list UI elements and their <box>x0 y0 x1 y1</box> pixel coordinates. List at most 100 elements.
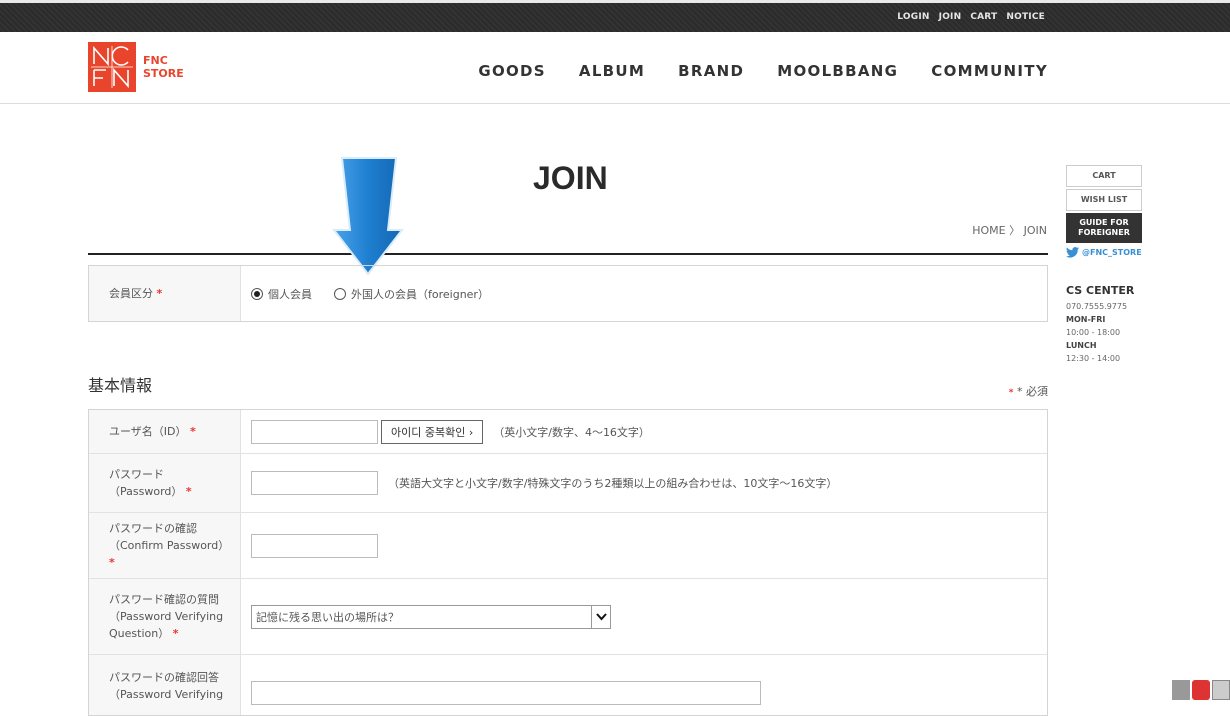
title-divider <box>88 253 1048 255</box>
answer-label-en: （Password Verifying <box>109 688 224 701</box>
member-type-label-text: 会員区分 <box>109 287 153 300</box>
breadcrumb: HOME 〉 JOIN <box>972 224 1047 237</box>
sidebar-guide-button[interactable]: GUIDE FOR FOREIGNER <box>1066 213 1142 243</box>
nav-album[interactable]: ALBUM <box>579 62 645 80</box>
tray-icons <box>1172 680 1230 700</box>
password-value-cell: （英語大文字と小文字/数字/特殊文字のうち2種類以上の組み合わせは、10文字〜1… <box>241 454 1047 512</box>
notice-link[interactable]: NOTICE <box>1006 12 1045 22</box>
question-label-en1: （Password Verifying <box>109 610 224 623</box>
login-link[interactable]: LOGIN <box>897 12 929 22</box>
tray-keyboard-icon[interactable] <box>1172 680 1190 700</box>
cs-lunch-label: LUNCH <box>1066 341 1097 350</box>
id-label: ユーザ名（ID） * <box>109 423 240 440</box>
confirm-label-en: （Confirm Password） <box>109 539 230 552</box>
twitter-handle: @FNC_STORE <box>1082 248 1142 257</box>
tray-shield-icon[interactable] <box>1192 680 1210 700</box>
confirm-label-cell: パスワードの確認 （Confirm Password） * <box>89 513 241 578</box>
logo-line-fnc: FNC <box>143 54 168 67</box>
section-heading: 基本情報 <box>88 376 153 395</box>
confirm-value-cell <box>241 513 1047 578</box>
password-label-jp: パスワード <box>109 468 164 481</box>
basic-info-form: ユーザ名（ID） * 아이디 중복확인 › （英小文字/数字、4〜16文字） パ… <box>88 409 1048 716</box>
top-utility-bar: LOGIN JOIN CART NOTICE <box>0 0 1230 32</box>
radio-foreigner-label: 外国人の会員（foreigner） <box>351 287 489 301</box>
question-select[interactable]: 記憶に残る思い出の場所は？ <box>251 604 611 629</box>
question-label-cell: パスワード確認の質問 （Password Verifying Question）… <box>89 579 241 654</box>
member-type-label: 会員区分 * <box>109 285 240 302</box>
guide-line2: FOREIGNER <box>1078 228 1130 237</box>
chevron-down-icon[interactable] <box>591 605 610 628</box>
cs-center-title: CS CENTER <box>1066 284 1135 297</box>
cs-hours: 10:00 - 18:00 <box>1066 328 1121 337</box>
password-label-cell: パスワード （Password） * <box>89 454 241 512</box>
logo-text: FNC STORE <box>143 54 184 80</box>
page-title: JOIN <box>533 160 608 196</box>
member-type-label-cell: 会員区分 * <box>89 266 241 321</box>
id-input[interactable] <box>251 419 378 444</box>
twitter-link[interactable]: @FNC_STORE <box>1066 247 1142 258</box>
required-star: * <box>172 627 179 640</box>
password-label-en-text: （Password） <box>109 485 183 498</box>
logo-mark <box>88 42 136 92</box>
id-label-text: ユーザ名（ID） <box>109 425 187 438</box>
utility-links: LOGIN JOIN CART NOTICE <box>897 12 1045 22</box>
member-type-options: 個人会員 外国人の会員（foreigner） <box>241 266 1047 321</box>
required-note-text: * 必須 <box>1017 385 1048 398</box>
nav-goods[interactable]: GOODS <box>478 62 546 80</box>
radio-checked-icon <box>251 287 263 300</box>
form-row-confirm: パスワードの確認 （Confirm Password） * <box>89 513 1047 579</box>
answer-value-cell <box>241 655 1047 715</box>
required-star: * <box>109 556 115 569</box>
id-hint: （英小文字/数字、4〜16文字） <box>493 425 650 439</box>
form-row-question: パスワード確認の質問 （Password Verifying Question）… <box>89 579 1047 655</box>
question-selected-value: 記憶に残る思い出の場所は？ <box>256 610 399 624</box>
guide-line1: GUIDE FOR <box>1079 218 1129 227</box>
confirm-password-input[interactable] <box>251 533 378 558</box>
nav-brand[interactable]: BRAND <box>678 62 744 80</box>
required-star: * <box>185 485 192 498</box>
confirm-label-jp: パスワードの確認 <box>109 522 197 535</box>
id-label-cell: ユーザ名（ID） * <box>89 410 241 453</box>
logo-line-store: STORE <box>143 67 184 80</box>
required-star: * <box>156 287 163 300</box>
password-hint: （英語大文字と小文字/数字/特殊文字のうち2種類以上の組み合わせは、10文字〜1… <box>388 477 838 490</box>
form-row-answer: パスワードの確認回答 （Password Verifying <box>89 655 1047 715</box>
member-type-row: 会員区分 * 個人会員 外国人の会員（foreigner） <box>88 265 1048 322</box>
question-label-jp: パスワード確認の質問 <box>109 593 219 606</box>
answer-input[interactable] <box>251 681 761 705</box>
right-sidebar: CART WISH LIST GUIDE FOR FOREIGNER @FNC_… <box>1066 165 1142 365</box>
radio-foreigner[interactable]: 外国人の会員（foreigner） <box>334 286 489 302</box>
nav-community[interactable]: COMMUNITY <box>931 62 1048 80</box>
cs-lunch: 12:30 - 14:00 <box>1066 354 1121 363</box>
arrow-down-icon <box>331 157 405 276</box>
cs-center-info: 070.7555.9775 MON-FRI 10:00 - 18:00 LUNC… <box>1066 300 1142 365</box>
sidebar-cart-button[interactable]: CART <box>1066 165 1142 187</box>
cart-link[interactable]: CART <box>970 12 997 22</box>
question-label-en2: Question） * <box>109 625 240 642</box>
required-star: * <box>190 425 196 438</box>
nav-moolbbang[interactable]: MOOLBBANG <box>777 62 898 80</box>
required-note: * * 必須 <box>1008 385 1048 398</box>
password-input[interactable] <box>251 471 378 495</box>
radio-individual[interactable]: 個人会員 <box>251 286 312 302</box>
answer-label-jp: パスワードの確認回答 <box>109 671 219 684</box>
main-nav: GOODS ALBUM BRAND MOOLBBANG COMMUNITY <box>478 62 1048 80</box>
store-logo[interactable]: FNC STORE <box>88 42 184 92</box>
password-label-en: （Password） * <box>109 483 240 500</box>
join-link[interactable]: JOIN <box>939 12 962 22</box>
twitter-icon <box>1066 247 1079 258</box>
question-value-cell: 記憶に残る思い出の場所は？ <box>241 579 1047 654</box>
form-row-id: ユーザ名（ID） * 아이디 중복확인 › （英小文字/数字、4〜16文字） <box>89 410 1047 454</box>
question-label-en2-text: Question） <box>109 627 170 640</box>
id-value-cell: 아이디 중복확인 › （英小文字/数字、4〜16文字） <box>241 410 1047 453</box>
sidebar-wishlist-button[interactable]: WISH LIST <box>1066 189 1142 211</box>
radio-individual-label: 個人会員 <box>268 287 312 301</box>
site-header: FNC STORE GOODS ALBUM BRAND MOOLBBANG CO… <box>0 32 1230 104</box>
tray-app-icon[interactable] <box>1212 680 1230 700</box>
answer-label-cell: パスワードの確認回答 （Password Verifying <box>89 655 241 715</box>
cs-hours-label: MON-FRI <box>1066 315 1106 324</box>
cs-phone: 070.7555.9775 <box>1066 302 1128 311</box>
radio-unchecked-icon <box>334 287 346 300</box>
id-duplicate-check-button[interactable]: 아이디 중복확인 › <box>381 419 484 444</box>
form-row-password: パスワード （Password） * （英語大文字と小文字/数字/特殊文字のうち… <box>89 454 1047 513</box>
